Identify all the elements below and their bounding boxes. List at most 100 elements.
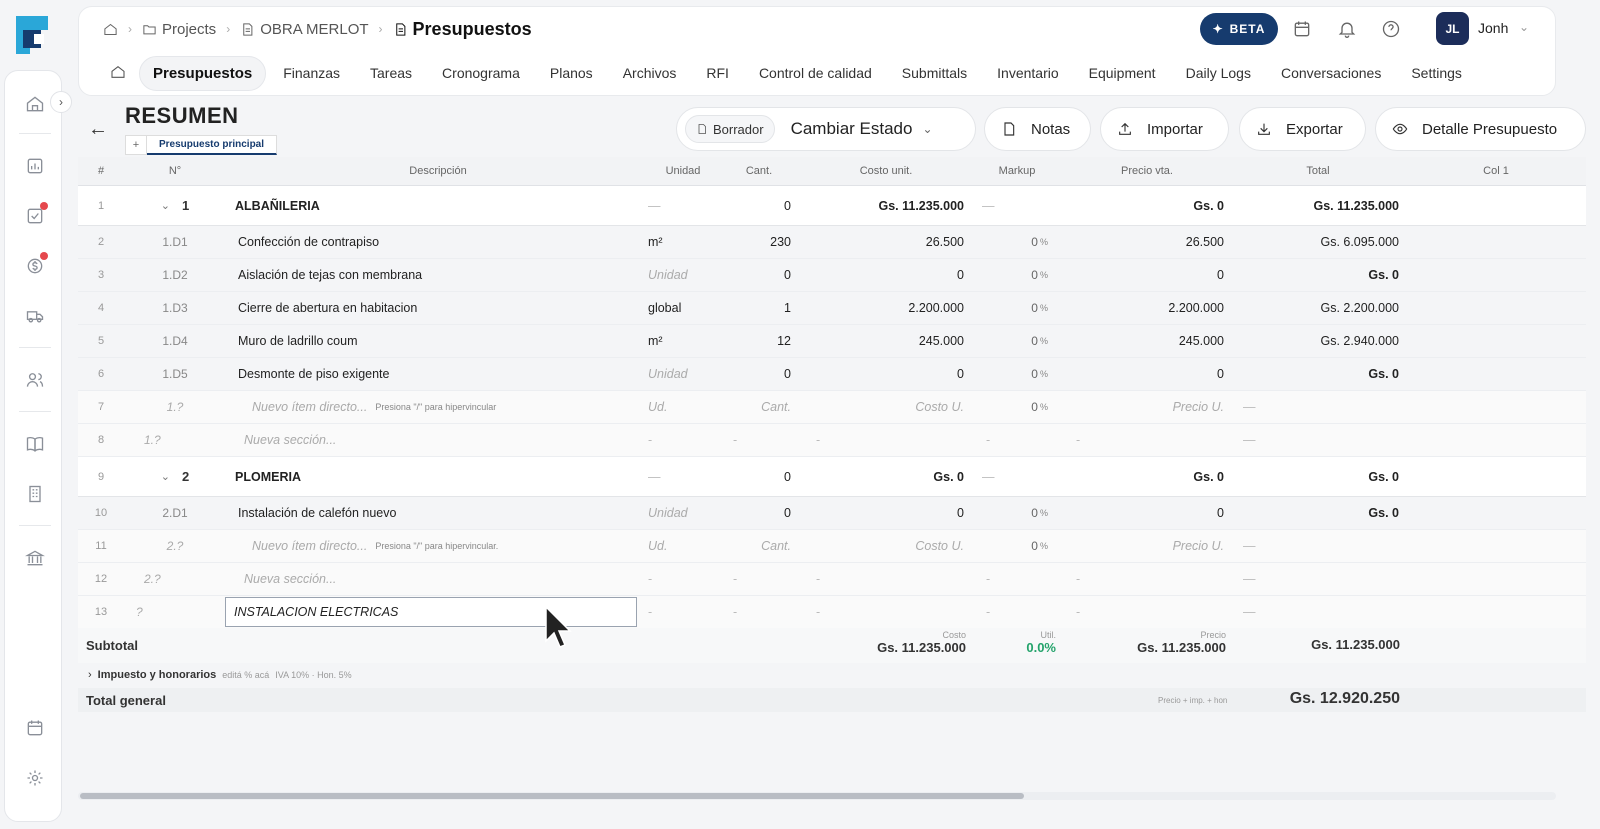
- cell-markup[interactable]: 0%: [972, 530, 1048, 562]
- cell-markup[interactable]: 0%: [972, 259, 1048, 291]
- cell-costo[interactable]: 0: [800, 497, 964, 529]
- cell-costo[interactable]: 0: [800, 259, 964, 291]
- detalle-presupuesto-button[interactable]: Detalle Presupuesto: [1375, 107, 1586, 151]
- cell-costo[interactable]: 2.200.000: [800, 292, 964, 324]
- item-description[interactable]: Cierre de abertura en habitacion: [238, 292, 638, 324]
- cell-unit[interactable]: m²: [648, 325, 718, 357]
- tab-archivos[interactable]: Archivos: [610, 57, 690, 89]
- back-arrow-icon[interactable]: ←: [88, 118, 108, 141]
- scrollbar-thumb[interactable]: [80, 793, 1024, 799]
- breadcrumb-project[interactable]: OBRA MERLOT: [240, 21, 369, 38]
- settings-gear-icon[interactable]: [24, 767, 46, 789]
- new-section-input[interactable]: Nueva sección...: [244, 563, 644, 595]
- cell-cant[interactable]: 1: [719, 292, 791, 324]
- section-row[interactable]: 9 ⌄ 2 PLOMERIA — 0 Gs. 0 — Gs. 0 Gs. 0: [78, 457, 1586, 497]
- cell-markup[interactable]: 0%: [972, 325, 1048, 357]
- cell-unit[interactable]: Unidad: [648, 358, 718, 390]
- section-title[interactable]: ALBAÑILERIA: [235, 186, 635, 225]
- cell-unit[interactable]: Ud.: [648, 391, 718, 423]
- importar-button[interactable]: Importar: [1100, 107, 1229, 151]
- new-section-row[interactable]: 12 2.? Nueva sección... - - - - - —: [78, 563, 1586, 596]
- cell-costo[interactable]: Costo U.: [800, 530, 964, 562]
- section-row[interactable]: 1 ⌄ 1 ALBAÑILERIA — 0 Gs. 11.235.000 — Gs…: [78, 186, 1586, 226]
- table-row[interactable]: 6 1.D5 Desmonte de piso exigente Unidad …: [78, 358, 1586, 391]
- tab-home[interactable]: [97, 56, 139, 91]
- cell-cant[interactable]: 0: [719, 358, 791, 390]
- tab-presupuestos[interactable]: Presupuestos: [139, 55, 267, 91]
- cell-markup[interactable]: 0%: [972, 226, 1048, 258]
- users-icon[interactable]: [24, 369, 46, 391]
- new-item-input[interactable]: Nuevo ítem directo... Presiona "/" para h…: [252, 391, 652, 423]
- building-icon[interactable]: [24, 483, 46, 505]
- cell-cant[interactable]: 0: [719, 259, 791, 291]
- tab-finanzas[interactable]: Finanzas: [270, 57, 353, 89]
- cell-costo[interactable]: 245.000: [800, 325, 964, 357]
- chevron-down-icon[interactable]: ⌄: [161, 470, 170, 483]
- add-budget-tab-button[interactable]: +: [125, 135, 147, 155]
- tab-conversaciones[interactable]: Conversaciones: [1268, 57, 1394, 89]
- beta-button[interactable]: ✦ BETA: [1200, 13, 1278, 45]
- editing-section-row[interactable]: 13 ? INSTALACION ELECTRICAS - - - - - —: [78, 596, 1586, 629]
- user-avatar[interactable]: JL: [1436, 12, 1469, 45]
- help-icon[interactable]: [1381, 19, 1401, 39]
- tab-tareas[interactable]: Tareas: [357, 57, 425, 89]
- status-badge[interactable]: Borrador: [685, 115, 775, 143]
- tab-equipment[interactable]: Equipment: [1076, 57, 1169, 89]
- home-icon[interactable]: [24, 93, 46, 115]
- cell-cant[interactable]: 12: [719, 325, 791, 357]
- tab-rfi[interactable]: RFI: [693, 57, 742, 89]
- cell-markup[interactable]: 0%: [972, 292, 1048, 324]
- brand-logo[interactable]: [14, 14, 50, 56]
- item-description[interactable]: Muro de ladrillo coum: [238, 325, 638, 357]
- cell-cant[interactable]: Cant.: [719, 391, 791, 423]
- cell-costo[interactable]: 26.500: [800, 226, 964, 258]
- notas-button[interactable]: Notas: [984, 107, 1091, 151]
- cell-costo[interactable]: Costo U.: [800, 391, 964, 423]
- tab-cronograma[interactable]: Cronograma: [429, 57, 533, 89]
- exportar-button[interactable]: Exportar: [1239, 107, 1366, 151]
- table-row[interactable]: 2 1.D1 Confección de contrapiso m² 230 2…: [78, 226, 1586, 259]
- chart-icon[interactable]: [24, 155, 46, 177]
- cell-markup[interactable]: 0%: [972, 358, 1048, 390]
- finance-icon[interactable]: [24, 252, 48, 277]
- item-description[interactable]: Instalación de calefón nuevo: [238, 497, 638, 529]
- horizontal-scrollbar[interactable]: [78, 792, 1556, 800]
- chevron-down-icon[interactable]: ⌄: [922, 122, 932, 136]
- cell-markup[interactable]: 0%: [972, 497, 1048, 529]
- task-check-icon[interactable]: [24, 202, 48, 227]
- calendar-icon[interactable]: [24, 717, 46, 739]
- tab-submittals[interactable]: Submittals: [889, 57, 980, 89]
- truck-icon[interactable]: [24, 305, 46, 327]
- table-row[interactable]: 10 2.D1 Instalación de calefón nuevo Uni…: [78, 497, 1586, 530]
- bell-icon[interactable]: [1337, 19, 1357, 39]
- new-section-input[interactable]: Nueva sección...: [244, 424, 644, 456]
- calendar-icon[interactable]: [1292, 19, 1312, 39]
- section-name-input[interactable]: INSTALACION ELECTRICAS: [225, 597, 637, 627]
- cell-markup[interactable]: 0%: [972, 391, 1048, 423]
- chevron-down-icon[interactable]: ⌄: [1519, 20, 1529, 34]
- table-row[interactable]: 3 1.D2 Aislación de tejas con membrana U…: [78, 259, 1586, 292]
- bank-icon[interactable]: [24, 547, 46, 569]
- tab-daily-logs[interactable]: Daily Logs: [1173, 57, 1264, 89]
- tab-inventario[interactable]: Inventario: [984, 57, 1071, 89]
- cell-unit[interactable]: global: [648, 292, 718, 324]
- new-item-row[interactable]: 7 1.? Nuevo ítem directo... Presiona "/" …: [78, 391, 1586, 424]
- breadcrumb-projects[interactable]: Projects: [142, 21, 216, 38]
- cell-cant[interactable]: Cant.: [719, 530, 791, 562]
- new-section-row[interactable]: 8 1.? Nueva sección... - - - - - —: [78, 424, 1586, 457]
- item-description[interactable]: Confección de contrapiso: [238, 226, 638, 258]
- cell-cant[interactable]: 0: [719, 497, 791, 529]
- tab-control-de-calidad[interactable]: Control de calidad: [746, 57, 885, 89]
- tab-settings[interactable]: Settings: [1398, 57, 1475, 89]
- tax-and-fees-toggle[interactable]: › Impuesto y honorarios editá % acá IVA …: [88, 669, 352, 681]
- tab-planos[interactable]: Planos: [537, 57, 606, 89]
- item-description[interactable]: Desmonte de piso exigente: [238, 358, 638, 390]
- breadcrumb-home[interactable]: [103, 22, 118, 37]
- table-row[interactable]: 5 1.D4 Muro de ladrillo coum m² 12 245.0…: [78, 325, 1586, 358]
- cell-precio[interactable]: Precio U.: [1062, 530, 1224, 562]
- budget-tab-principal[interactable]: Presupuesto principal: [147, 135, 278, 155]
- cell-cant[interactable]: 230: [719, 226, 791, 258]
- book-icon[interactable]: [24, 433, 46, 455]
- user-name[interactable]: Jonh: [1478, 20, 1508, 36]
- cell-unit[interactable]: Unidad: [648, 259, 718, 291]
